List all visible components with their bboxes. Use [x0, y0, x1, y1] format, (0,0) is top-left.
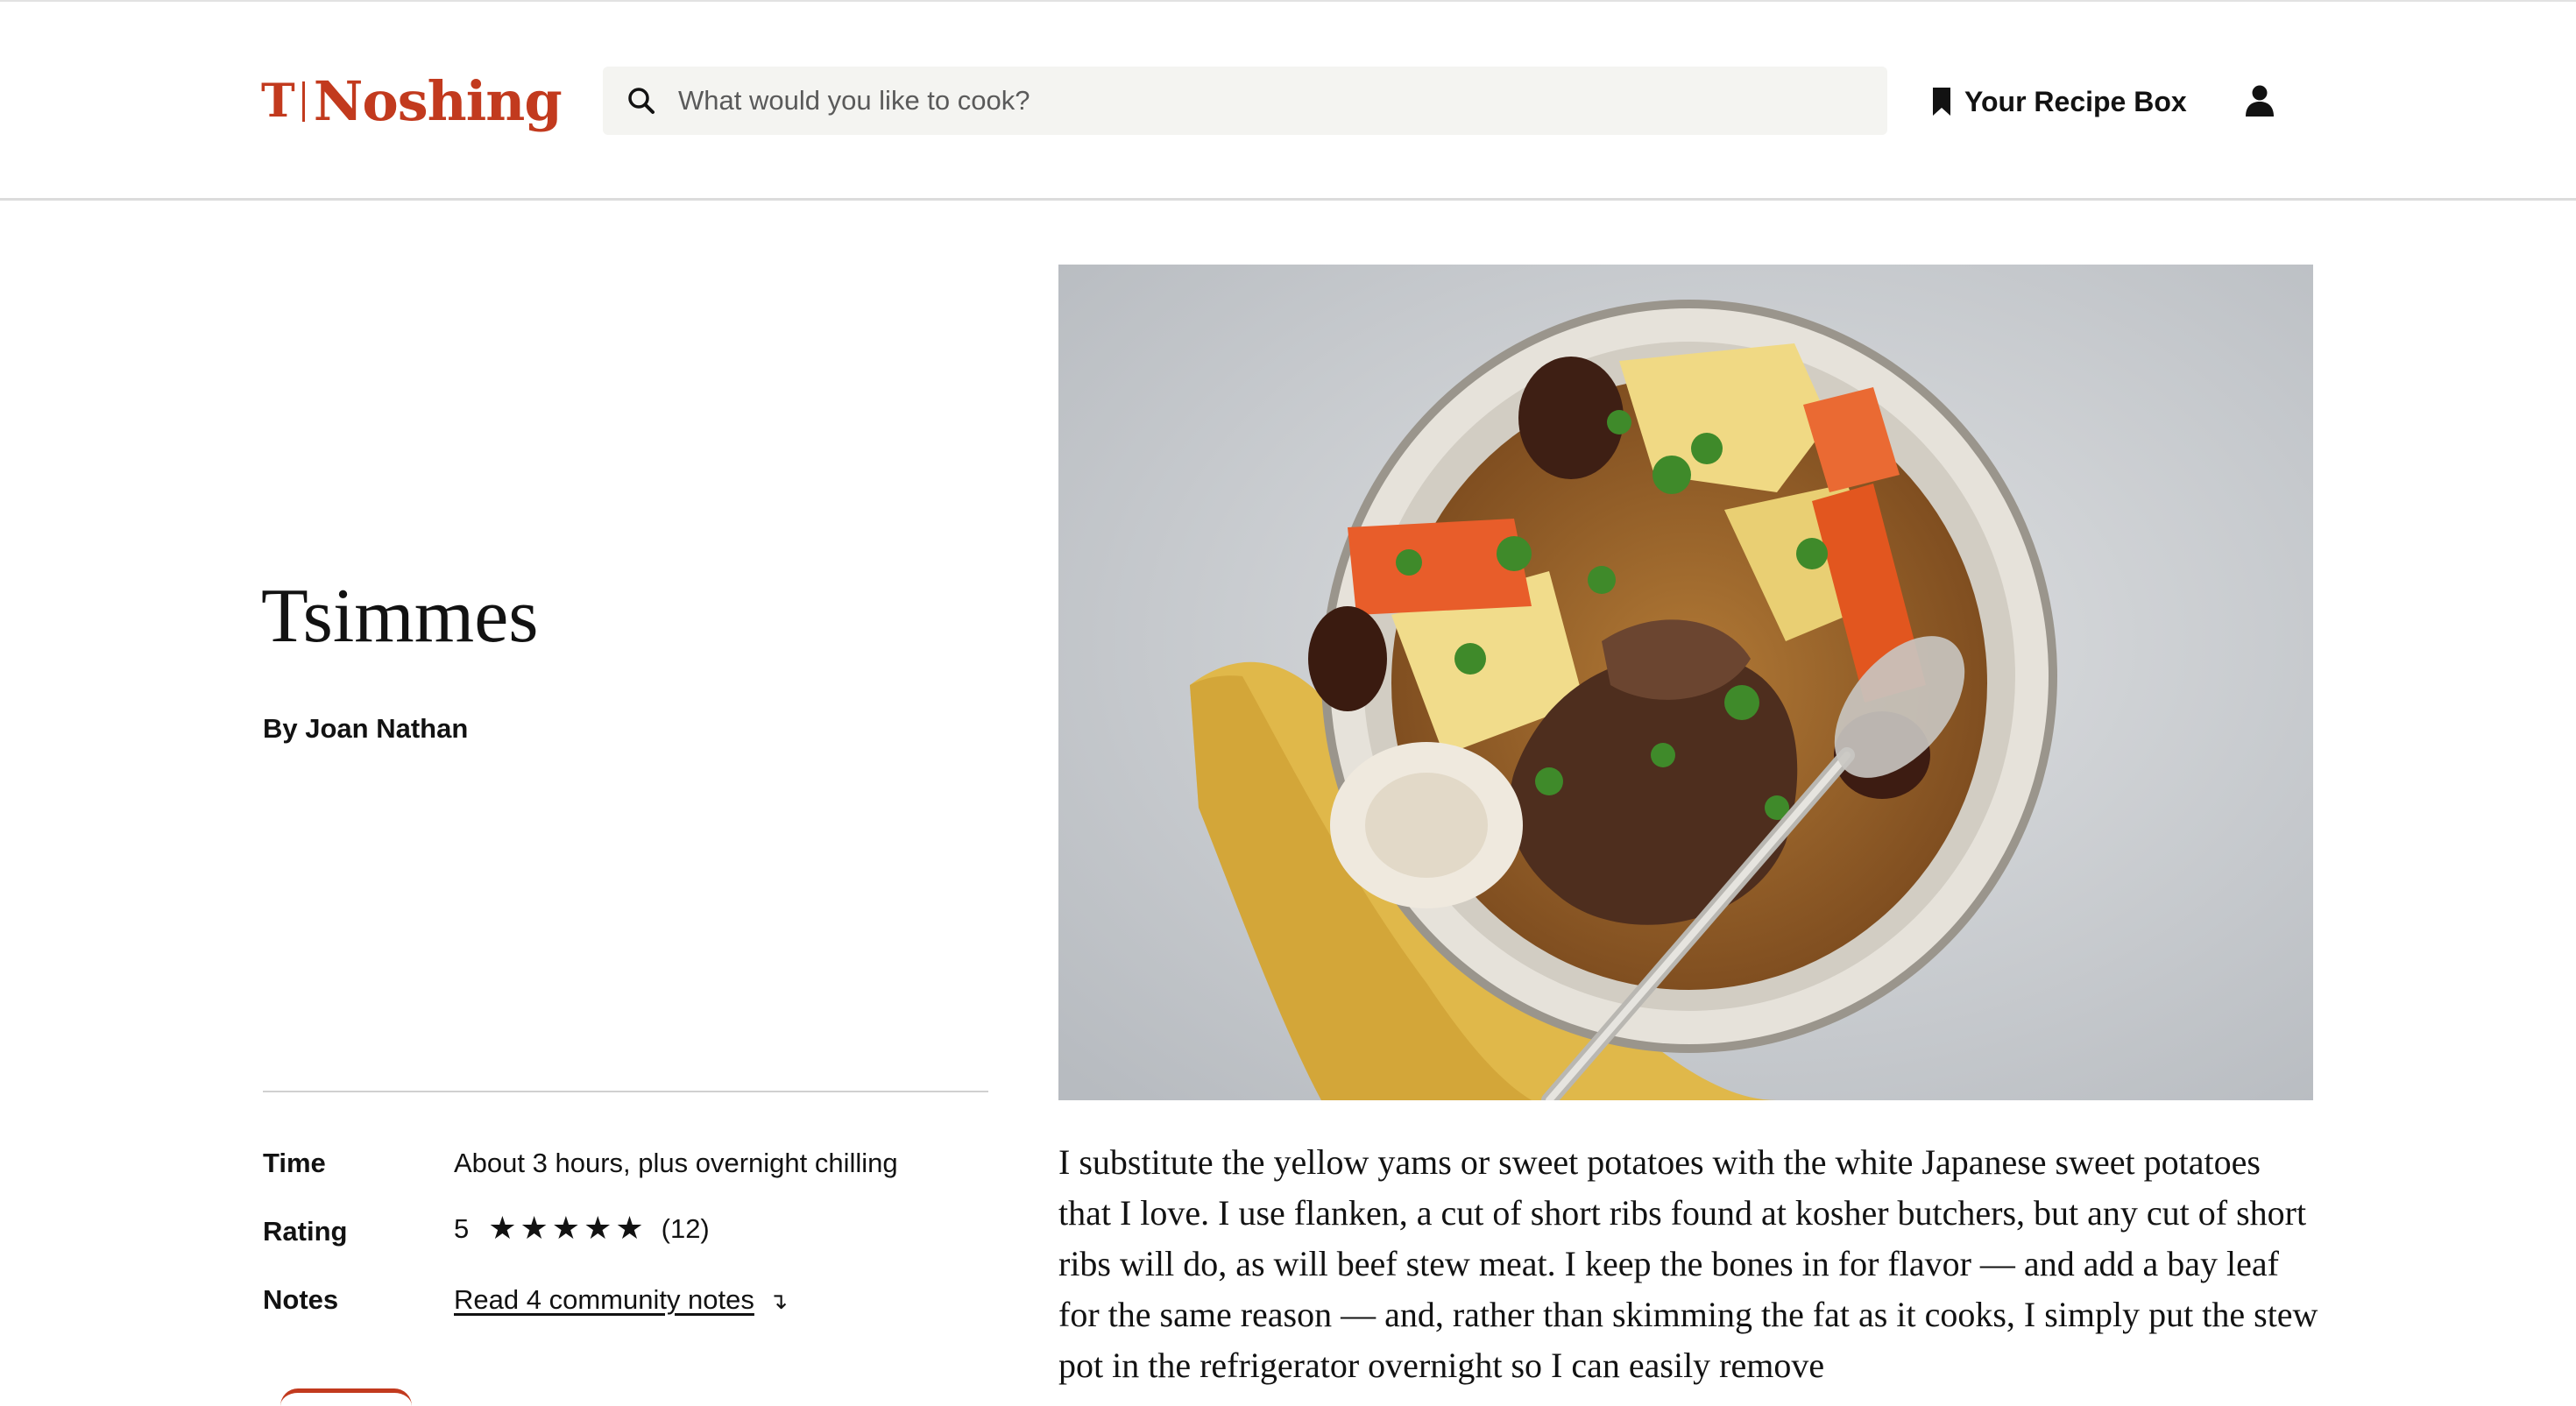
recipe-title: Tsimmes	[261, 574, 539, 659]
logo-wordmark: Noshing	[313, 69, 563, 133]
recipe-hero-image	[1058, 265, 2313, 1100]
logo-mark: T	[261, 74, 295, 128]
rating-value-group[interactable]: 5 ★★★★★ (12)	[454, 1211, 710, 1247]
notes-value: Read 4 community notes ↴	[454, 1284, 788, 1316]
rating-value: 5	[454, 1212, 470, 1244]
notes-label: Notes	[263, 1284, 339, 1315]
hero-illustration	[1058, 265, 2313, 1100]
site-logo[interactable]: T Noshing	[261, 68, 563, 135]
time-value: About 3 hours, plus overnight chilling	[454, 1148, 898, 1178]
rating-count: (12)	[661, 1212, 710, 1244]
meta-divider	[263, 1091, 988, 1092]
search-input[interactable]	[676, 67, 1851, 135]
arrow-down-icon: ↴	[768, 1289, 789, 1315]
search-icon	[628, 88, 655, 114]
site-header: T Noshing Your Recipe Box	[0, 2, 2576, 201]
recipe-box-label: Your Recipe Box	[1964, 85, 2187, 117]
account-icon[interactable]	[2245, 84, 2275, 117]
bookmark-icon	[1933, 88, 1950, 116]
recipe-byline[interactable]: By Joan Nathan	[263, 713, 468, 745]
save-button-partial[interactable]	[280, 1388, 412, 1406]
logo-separator	[301, 81, 305, 122]
search-bar[interactable]	[603, 67, 1887, 135]
time-label: Time	[263, 1148, 326, 1178]
star-rating-icons[interactable]: ★★★★★	[488, 1211, 647, 1247]
community-notes-link[interactable]: Read 4 community notes	[454, 1284, 754, 1315]
rating-label: Rating	[263, 1216, 348, 1247]
recipe-description: I substitute the yellow yams or sweet po…	[1058, 1142, 2318, 1385]
recipe-box-link[interactable]: Your Recipe Box	[1931, 79, 2187, 124]
